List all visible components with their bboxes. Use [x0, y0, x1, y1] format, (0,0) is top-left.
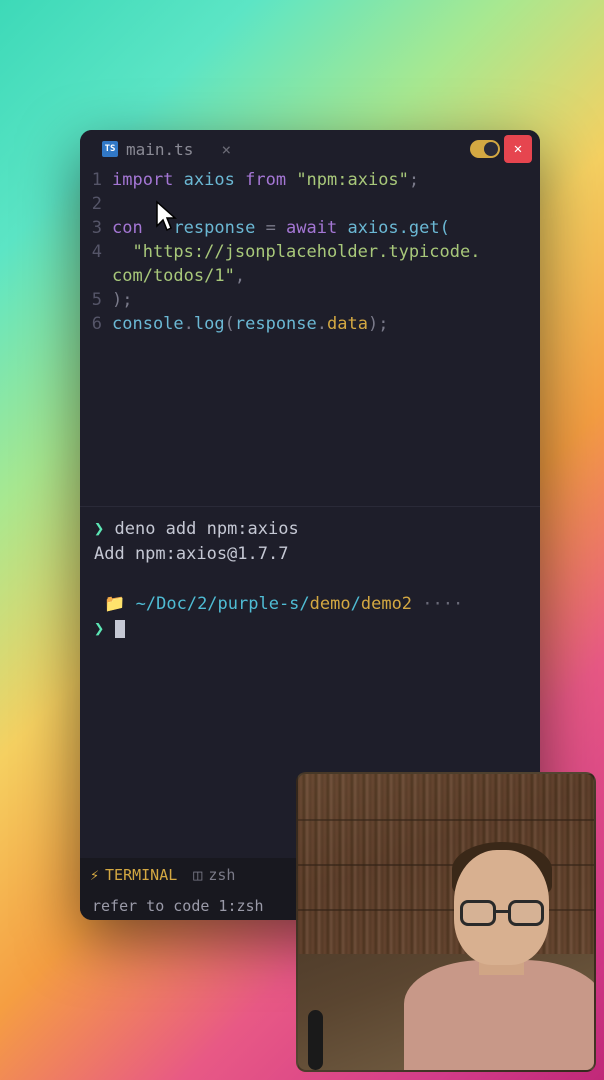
code-content: import axios from "npm:axios";	[112, 168, 419, 192]
terminal-prompt: ❯	[94, 617, 526, 642]
shell-icon: ◫	[193, 866, 202, 884]
close-tab-icon[interactable]: ×	[221, 140, 231, 159]
code-line: 1 import axios from "npm:axios";	[86, 168, 534, 192]
toggle-switch[interactable]	[470, 140, 500, 158]
line-number: 3	[86, 216, 112, 240]
terminal-line: ❯ deno add npm:axios	[94, 517, 526, 542]
presenter	[394, 820, 594, 1070]
terminal-cwd: 📁 ~/Doc/2/purple-s/demo/demo2 ····	[94, 592, 526, 617]
prompt-icon: ❯	[94, 619, 104, 639]
code-editor[interactable]: 1 import axios from "npm:axios"; 2 3 con…	[80, 168, 540, 336]
close-window-button[interactable]: ✕	[504, 135, 532, 163]
microphone-icon	[308, 1010, 323, 1070]
line-number: 5	[86, 288, 112, 312]
footer-text: refer to code 1:zsh	[92, 897, 264, 915]
code-line: 2	[86, 192, 534, 216]
shell-status-item[interactable]: ◫ zsh	[193, 866, 235, 884]
code-line: com/todos/1",	[86, 264, 534, 288]
line-number	[86, 264, 112, 288]
line-number: 4	[86, 240, 112, 264]
code-content: com/todos/1",	[112, 264, 245, 288]
terminal-blank	[94, 567, 526, 592]
line-number: 1	[86, 168, 112, 192]
shell-label: zsh	[208, 866, 235, 884]
code-line: 3 con response = await axios.get(	[86, 216, 534, 240]
window-controls: ✕	[470, 135, 532, 163]
typescript-icon: TS	[102, 141, 118, 157]
tab-filename: main.ts	[126, 140, 193, 159]
file-tab[interactable]: TS main.ts ×	[88, 130, 245, 168]
terminal-label: TERMINAL	[105, 866, 177, 884]
mouse-cursor-icon	[155, 200, 183, 236]
code-line: 4 "https://jsonplaceholder.typicode.	[86, 240, 534, 264]
titlebar: TS main.ts × ✕	[80, 130, 540, 168]
code-content: );	[112, 288, 132, 312]
code-content: "https://jsonplaceholder.typicode.	[112, 240, 480, 264]
lightning-icon: ⚡	[90, 866, 99, 884]
code-content: console.log(response.data);	[112, 312, 388, 336]
terminal-cursor	[115, 620, 125, 638]
webcam-overlay	[296, 772, 596, 1072]
line-number: 6	[86, 312, 112, 336]
code-line: 6 console.log(response.data);	[86, 312, 534, 336]
terminal-status-item[interactable]: ⚡ TERMINAL	[90, 866, 177, 884]
line-number: 2	[86, 192, 112, 216]
terminal-output: Add npm:axios@1.7.7	[94, 542, 526, 567]
folder-icon: 📁	[104, 594, 125, 614]
prompt-icon: ❯	[94, 519, 104, 539]
code-line: 5 );	[86, 288, 534, 312]
